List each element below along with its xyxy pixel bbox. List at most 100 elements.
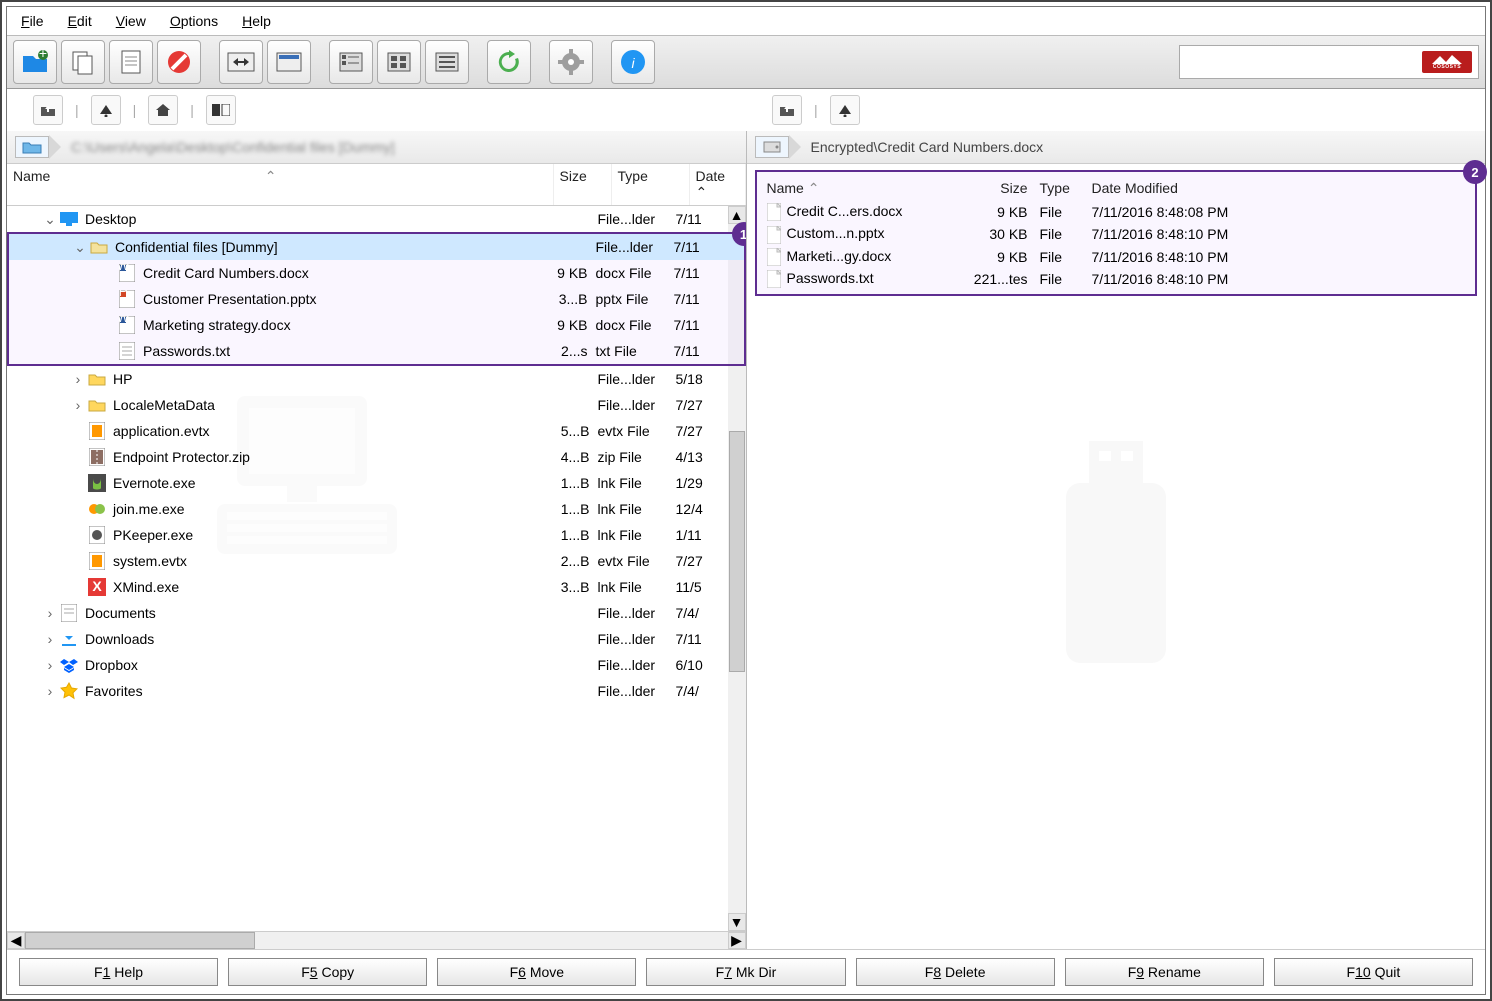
tree-row[interactable]: ›DropboxFile...lder6/10 [7,652,746,678]
left-nav-strip: | | | [7,89,746,131]
paste-button[interactable] [109,40,153,84]
tree-row[interactable]: WCredit Card Numbers.docx9 KBdocx File7/… [9,260,744,286]
col-size[interactable]: Size [554,164,612,205]
annotation-badge-2: 2 [1463,160,1487,184]
list-item[interactable]: Passwords.txt221...tesFile7/11/2016 8:48… [761,268,1472,290]
row-size: 2...s [534,343,592,359]
row-type: File...lder [594,397,672,413]
settings-button[interactable] [549,40,593,84]
tree-row[interactable]: join.me.exe1...Blnk File12/4 [7,496,746,522]
tree-row[interactable]: PKeeper.exe1...Blnk File1/11 [7,522,746,548]
single-pane-button[interactable] [267,40,311,84]
left-tree[interactable]: ▲ ▼ ⌄DesktopFile...lder7/111⌄Confidentia… [7,206,746,931]
chevron-icon[interactable]: ⌄ [41,211,59,228]
chevron-icon[interactable]: › [41,605,59,621]
tree-row[interactable]: WMarketing strategy.docx9 KBdocx File7/1… [9,312,744,338]
up-folder-button[interactable] [33,95,63,125]
chevron-icon[interactable]: › [69,397,87,413]
scroll-thumb[interactable] [25,932,255,949]
single-pane-icon [276,52,302,72]
tree-row[interactable]: application.evtx5...Bevtx File7/27 [7,418,746,444]
row-label: HP [113,369,536,389]
row-type: pptx File [592,291,670,307]
tree-row[interactable]: ⌄DesktopFile...lder7/11 [7,206,746,232]
list-item[interactable]: Marketi...gy.docx9 KBFile7/11/2016 8:48:… [761,246,1472,268]
chevron-icon[interactable]: › [69,371,87,387]
up-folder-button-r[interactable] [772,95,802,125]
footer-move-button[interactable]: F6 Move [437,958,636,986]
list-item[interactable]: Credit C...ers.docx9 KBFile7/11/2016 8:4… [761,201,1472,223]
icons-view-button[interactable] [377,40,421,84]
tree-row[interactable]: PCustomer Presentation.pptx3...Bpptx Fil… [9,286,744,312]
chevron-icon[interactable]: › [41,631,59,647]
refresh-button[interactable] [487,40,531,84]
tree-row[interactable]: Evernote.exe1...Blnk File1/29 [7,470,746,496]
root-button[interactable] [91,95,121,125]
row-size: 3...B [534,291,592,307]
row-label: XMind.exe [113,577,536,597]
search-box[interactable]: COSOSYS [1179,45,1479,79]
col-date[interactable]: Date ⌃ [690,164,746,205]
menu-options[interactable]: Options [170,13,218,29]
scroll-down-icon[interactable]: ▼ [728,913,746,931]
menu-view[interactable]: View [116,13,146,29]
right-file-list: 2 Name ⌃ Size Type Date Modified Credit … [755,170,1478,296]
tree-row[interactable]: ›DocumentsFile...lder7/4/ [7,600,746,626]
tree-row[interactable]: XXMind.exe3...Blnk File11/5 [7,574,746,600]
info-button[interactable]: i [611,40,655,84]
block-button[interactable] [157,40,201,84]
document-icon [120,49,142,75]
row-type: File...lder [594,371,672,387]
tree-row[interactable]: Passwords.txt2...stxt File7/11 [9,338,744,364]
footer-quit-button[interactable]: F10 Quit [1274,958,1473,986]
menu-file[interactable]: File [21,13,44,29]
tree-row[interactable]: ›HPFile...lder5/18 [7,366,746,392]
footer-copy-button[interactable]: F5 Copy [228,958,427,986]
row-date: 7/27 [672,397,722,413]
evtx-icon [87,551,107,571]
footer-mk-dir-button[interactable]: F7 Mk Dir [646,958,845,986]
menu-help[interactable]: Help [242,13,271,29]
scroll-right-icon[interactable]: ▶ [728,932,746,949]
chevron-icon[interactable]: ⌄ [71,239,89,256]
split-button[interactable] [206,95,236,125]
tree-row[interactable]: system.evtx2...Bevtx File7/27 [7,548,746,574]
left-hscrollbar[interactable]: ◀ ▶ [7,931,746,949]
scroll-left-icon[interactable]: ◀ [7,932,25,949]
home-button[interactable] [148,95,178,125]
col-name[interactable]: Name ⌃ [7,164,554,205]
menu-edit[interactable]: Edit [68,13,92,29]
tree-row[interactable]: ›FavoritesFile...lder7/4/ [7,678,746,704]
chevron-icon[interactable]: › [41,657,59,673]
col-date[interactable]: Date Modified [1086,178,1276,199]
footer-delete-button[interactable]: F8 Delete [856,958,1055,986]
root-button-r[interactable] [830,95,860,125]
evtx-icon [87,421,107,441]
row-type: File...lder [592,239,670,255]
copy-button[interactable] [61,40,105,84]
footer-help-button[interactable]: F1 Help [19,958,218,986]
footer-rename-button[interactable]: F9 Rename [1065,958,1264,986]
tree-view-button[interactable] [329,40,373,84]
new-folder-button[interactable]: + [13,40,57,84]
col-type[interactable]: Type [612,164,690,205]
chevron-icon[interactable]: › [41,683,59,699]
footer-bar: F1 Help F5 Copy F6 Move F7 Mk Dir F8 Delete F… [7,949,1485,994]
col-size[interactable]: Size [966,178,1034,199]
col-name[interactable]: Name ⌃ [761,178,966,199]
right-path-bar[interactable]: Encrypted\Credit Card Numbers.docx [747,131,1486,164]
tree-row[interactable]: ⌄Confidential files [Dummy]File...lder7/… [9,234,744,260]
row-date: 4/13 [672,449,722,465]
tree-row[interactable]: ›DownloadsFile...lder7/11 [7,626,746,652]
tree-row[interactable]: Endpoint Protector.zip4...Bzip File4/13 [7,444,746,470]
mountain-icon [1432,54,1462,64]
list-view-button[interactable] [425,40,469,84]
row-date: 7/11/2016 8:48:08 PM [1086,202,1276,222]
list-item[interactable]: Custom...n.pptx30 KBFile7/11/2016 8:48:1… [761,223,1472,245]
tree-row[interactable]: ›LocaleMetaDataFile...lder7/27 [7,392,746,418]
left-path-bar[interactable]: C:\Users\Angela\Desktop\Confidential fil… [7,131,746,164]
star-icon [59,681,79,701]
file-icon [767,248,781,266]
col-type[interactable]: Type [1034,178,1086,199]
swap-button[interactable] [219,40,263,84]
